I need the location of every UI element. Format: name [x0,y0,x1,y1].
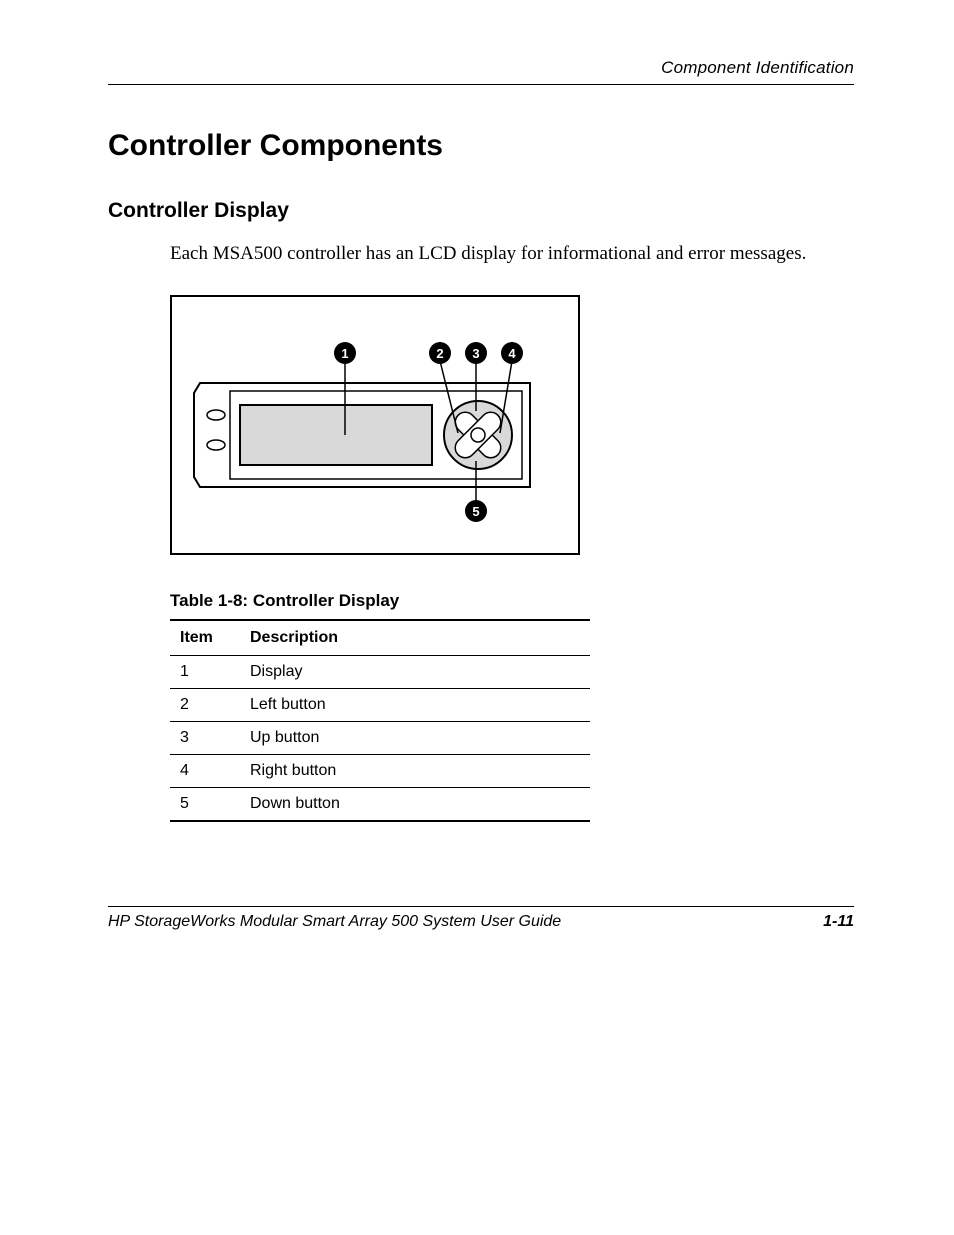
callout-1: 1 [334,342,356,364]
running-head: Component Identification [108,58,854,85]
section-title: Controller Components [108,129,854,163]
table-caption: Table 1-8: Controller Display [170,591,854,611]
cell-desc: Up button [240,721,590,754]
callout-4: 4 [501,342,523,364]
cell-item: 5 [170,787,240,821]
controller-display-diagram: 1 2 3 4 5 [170,295,580,557]
table-row: 3 Up button [170,721,590,754]
callout-4-label: 4 [508,346,516,361]
table-row: 4 Right button [170,754,590,787]
callout-3-label: 3 [472,346,479,361]
th-desc: Description [240,620,590,656]
controller-display-table: Item Description 1 Display 2 Left button… [170,619,590,822]
cell-item: 3 [170,721,240,754]
callout-3: 3 [465,342,487,364]
cell-item: 4 [170,754,240,787]
page-footer: HP StorageWorks Modular Smart Array 500 … [108,906,854,931]
cell-item: 2 [170,688,240,721]
callout-2-label: 2 [436,346,443,361]
page-number: 1-11 [823,913,854,931]
callout-5: 5 [465,500,487,522]
cell-desc: Display [240,655,590,688]
callout-2: 2 [429,342,451,364]
intro-paragraph: Each MSA500 controller has an LCD displa… [170,241,854,267]
figure-controller-display: 1 2 3 4 5 [170,295,854,557]
table-row: 1 Display [170,655,590,688]
callout-5-label: 5 [472,504,479,519]
table-row: 5 Down button [170,787,590,821]
subsection-title: Controller Display [108,199,854,223]
th-item: Item [170,620,240,656]
cell-desc: Down button [240,787,590,821]
callout-1-label: 1 [341,346,348,361]
cell-desc: Right button [240,754,590,787]
cell-desc: Left button [240,688,590,721]
cell-item: 1 [170,655,240,688]
table-row: 2 Left button [170,688,590,721]
footer-doc-title: HP StorageWorks Modular Smart Array 500 … [108,913,561,931]
page: Component Identification Controller Comp… [0,0,954,1235]
table-header-row: Item Description [170,620,590,656]
